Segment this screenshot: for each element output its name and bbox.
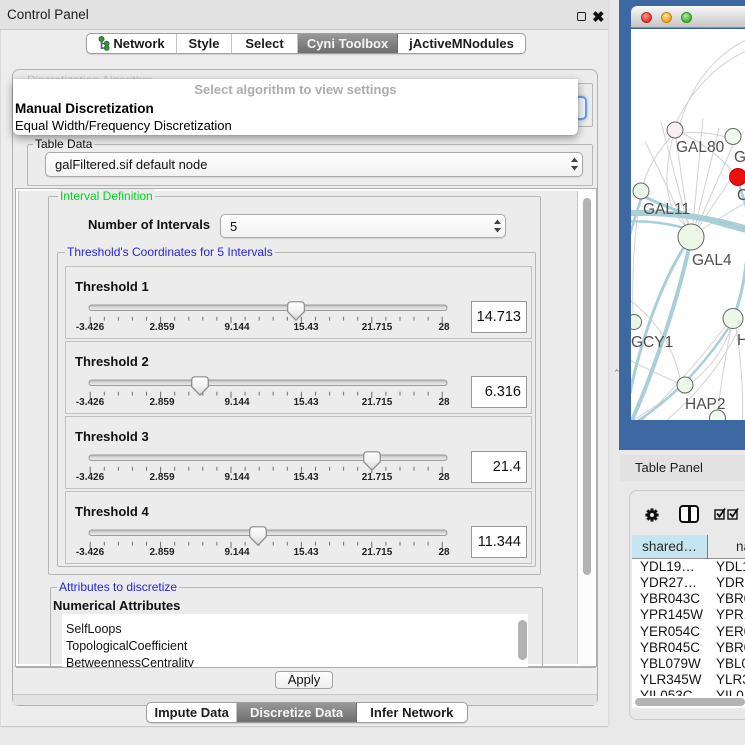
svg-text:GCY1: GCY1 — [631, 334, 673, 351]
svg-text:GAL4: GAL4 — [692, 252, 732, 269]
svg-text:GA: GA — [734, 149, 745, 166]
svg-text:GAL11: GAL11 — [643, 201, 690, 218]
svg-text:HAP2: HAP2 — [685, 396, 726, 413]
svg-text:GAL80: GAL80 — [676, 139, 725, 156]
svg-text:H: H — [737, 332, 745, 349]
svg-text:C: C — [737, 187, 745, 204]
